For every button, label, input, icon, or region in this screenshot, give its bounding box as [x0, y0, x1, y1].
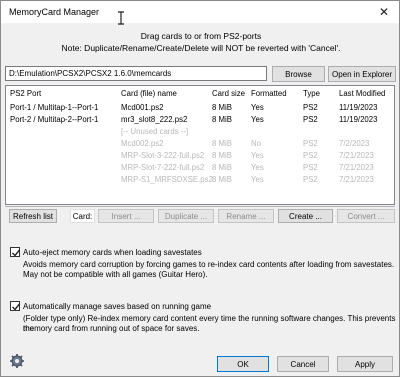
cell-type: PS2	[303, 151, 318, 160]
list-header: PS2 Port Card (file) name Card size Form…	[6, 88, 394, 100]
cell-name: MRP-Slot-3-222-full.ps2	[121, 151, 205, 160]
cell-type: PS2	[303, 175, 318, 184]
table-row[interactable]: Port-2 / Multitap-2--Port-1 mr3_slot8_22…	[6, 114, 394, 126]
column-header-port[interactable]: PS2 Port	[10, 89, 41, 98]
cell-name: MRP-S1_MRFSDXSE.ps2	[121, 175, 213, 184]
cell-name: Mcd002.ps2	[121, 139, 164, 148]
column-header-type[interactable]: Type	[303, 89, 320, 98]
cell-type: PS2	[303, 139, 318, 148]
card-label: Card:	[70, 209, 95, 223]
auto-eject-description-line2: May not be compatible with all games (Gu…	[23, 270, 208, 279]
refresh-list-button[interactable]: Refresh list	[9, 209, 57, 223]
cell-formatted: No	[251, 139, 261, 148]
cell-name: [-- Unused cards --]	[121, 127, 189, 136]
table-row[interactable]: [-- Unused cards --]	[6, 126, 394, 138]
cell-modified: 11/19/2023	[339, 115, 378, 124]
cell-name: MRP-Slot-7-222-full.ps2	[121, 163, 205, 172]
instructions-line2: Note: Duplicate/Rename/Create/Delete wil…	[61, 43, 341, 53]
instructions-line1: Drag cards to or from PS2-ports	[140, 31, 262, 41]
auto-manage-saves-label[interactable]: Automatically manage saves based on runn…	[23, 302, 211, 311]
ok-button[interactable]: OK	[217, 356, 269, 372]
cell-size: 8 MiB	[212, 175, 232, 184]
cell-modified: 11/19/2023	[339, 103, 378, 112]
cell-formatted: Yes	[251, 115, 264, 124]
auto-eject-label[interactable]: Auto-eject memory cards when loading sav…	[23, 248, 202, 257]
cell-modified: 7/21/2023	[339, 175, 374, 184]
duplicate-button[interactable]: Duplicate ...	[158, 209, 214, 223]
cell-name: mr3_slot8_222.ps2	[121, 115, 188, 124]
cell-size: 8 MiB	[212, 163, 232, 172]
table-row[interactable]: Port-1 / Multitap-1--Port-1 Mcd001.ps2 8…	[6, 102, 394, 114]
checkmark-icon	[12, 303, 21, 311]
column-header-formatted[interactable]: Formatted	[251, 89, 287, 98]
auto-eject-checkbox[interactable]	[10, 247, 21, 257]
auto-eject-description-line1: Avoids memory card corruption by forcing…	[23, 260, 395, 269]
table-row[interactable]: MRP-Slot-7-222-full.ps2 8 MiB Yes PS2 7/…	[6, 162, 394, 174]
table-row[interactable]: Mcd002.ps2 8 MiB No PS2 7/2/2023	[6, 138, 394, 150]
create-button[interactable]: Create ...	[278, 209, 333, 223]
cell-formatted: Yes	[251, 151, 264, 160]
cell-type: PS2	[303, 115, 318, 124]
cell-type: PS2	[303, 163, 318, 172]
cell-modified: 7/2/2023	[339, 139, 370, 148]
table-row[interactable]: MRP-Slot-3-222-full.ps2 8 MiB Yes PS2 7/…	[6, 150, 394, 162]
memorycard-manager-window: MemoryCard Manager ✕ Drag cards to or fr…	[0, 0, 400, 377]
cell-name: Mcd001.ps2	[121, 103, 164, 112]
cell-size: 8 MiB	[212, 103, 232, 112]
open-in-explorer-button[interactable]: Open in Explorer	[328, 66, 396, 82]
rename-button[interactable]: Rename ...	[218, 209, 274, 223]
apply-button[interactable]: Apply	[337, 356, 393, 372]
memory-card-list[interactable]: PS2 Port Card (file) name Card size Form…	[5, 85, 395, 205]
column-header-name[interactable]: Card (file) name	[121, 89, 177, 98]
column-header-size[interactable]: Card size	[212, 89, 245, 98]
checkmark-icon	[12, 249, 21, 257]
cell-formatted: Yes	[251, 175, 264, 184]
folder-path-field[interactable]: D:\Emulation\PCSX2\PCSX2 1.6.0\memcards	[5, 66, 267, 81]
auto-manage-description-line2: memory card from running out of space fo…	[23, 324, 200, 333]
gear-icon[interactable]	[9, 353, 25, 369]
mouse-cursor-icon	[118, 11, 124, 25]
cancel-button[interactable]: Cancel	[277, 356, 329, 372]
convert-button[interactable]: Convert ...	[337, 209, 395, 223]
cell-formatted: Yes	[251, 103, 264, 112]
cell-size: 8 MiB	[212, 151, 232, 160]
title-bar: MemoryCard Manager ✕	[1, 1, 399, 23]
insert-button[interactable]: Insert ...	[98, 209, 154, 223]
auto-manage-saves-checkbox[interactable]	[10, 301, 21, 311]
cell-type: PS2	[303, 103, 318, 112]
close-button[interactable]: ✕	[369, 1, 399, 23]
cell-port: Port-2 / Multitap-2--Port-1	[10, 115, 99, 124]
table-row[interactable]: MRP-S1_MRFSDXSE.ps2 8 MiB Yes PS2 7/21/2…	[6, 174, 394, 186]
cell-modified: 7/21/2023	[339, 163, 374, 172]
cell-port: Port-1 / Multitap-1--Port-1	[10, 103, 99, 112]
column-header-modified[interactable]: Last Modified	[339, 89, 385, 98]
cell-size: 8 MiB	[212, 139, 232, 148]
divider	[5, 206, 395, 207]
cell-size: 8 MiB	[212, 115, 232, 124]
browse-button[interactable]: Browse	[272, 66, 325, 82]
cell-modified: 7/21/2023	[339, 151, 374, 160]
cell-formatted: Yes	[251, 163, 264, 172]
window-title: MemoryCard Manager	[9, 7, 100, 17]
